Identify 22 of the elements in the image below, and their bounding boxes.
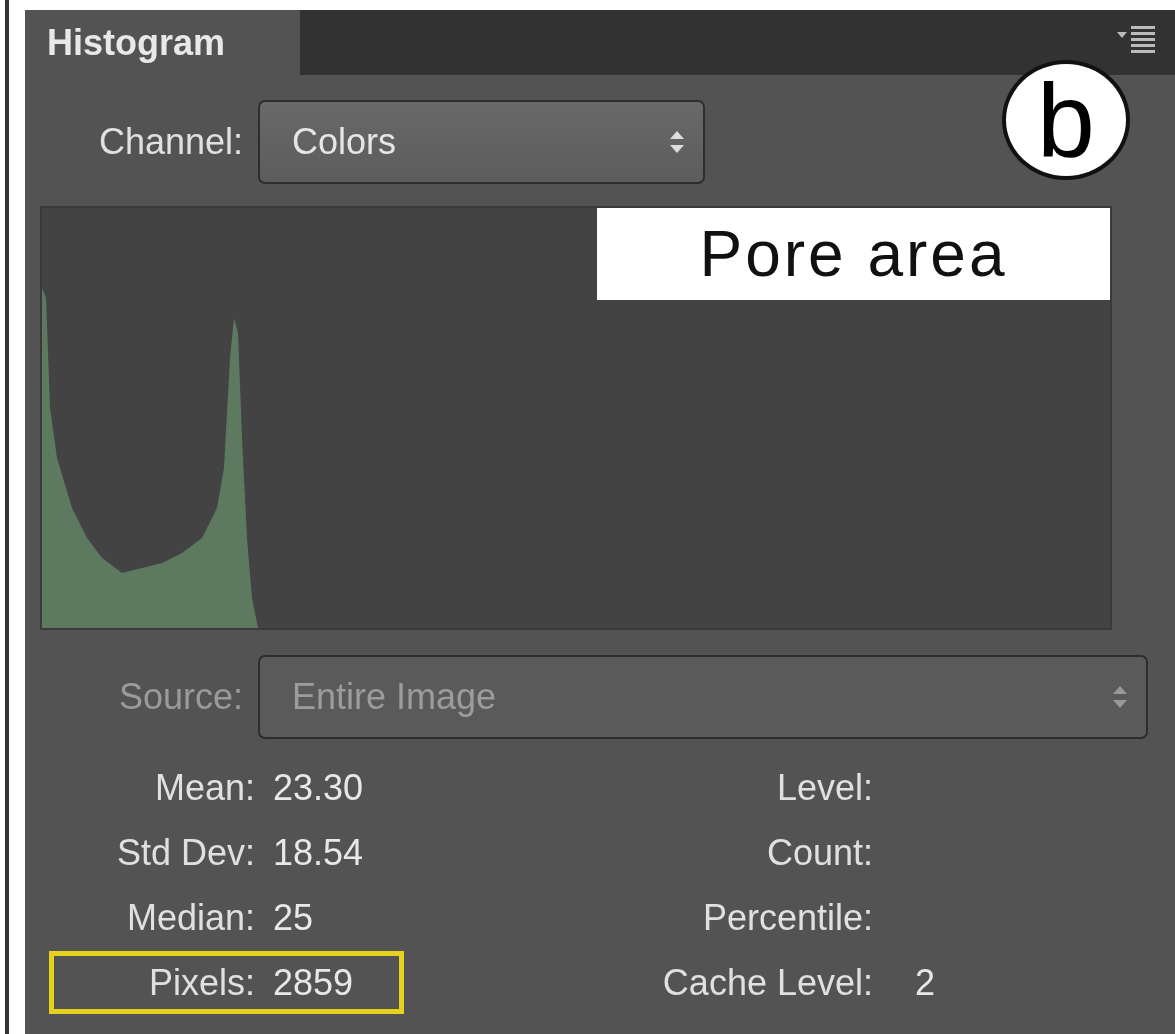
- channel-label: Channel:: [97, 121, 244, 163]
- stat-value: 23.30: [272, 766, 364, 809]
- channel-select[interactable]: Colors: [258, 100, 705, 184]
- annotation-badge: b: [1002, 60, 1130, 180]
- stat-value: 25: [272, 896, 314, 939]
- stat-label: Cache Level:: [661, 961, 873, 1004]
- stat-value: 18.54: [272, 831, 364, 874]
- pore-area-label: Pore area: [597, 208, 1110, 300]
- stat-label: Pixels:: [147, 961, 255, 1004]
- menu-icon[interactable]: [1117, 24, 1157, 54]
- updown-icon: [1112, 684, 1128, 710]
- stat-label: Level:: [775, 766, 873, 809]
- stat-value: 2: [914, 961, 936, 1004]
- updown-icon: [669, 129, 685, 155]
- stat-label: Std Dev:: [115, 831, 255, 874]
- stat-label: Mean:: [153, 766, 255, 809]
- panel-tab[interactable]: Histogram: [25, 10, 300, 75]
- stat-value: 2859: [272, 961, 354, 1004]
- stat-label: Count:: [765, 831, 873, 874]
- source-label: Source:: [117, 676, 244, 718]
- stat-label: Median:: [125, 896, 255, 939]
- stat-label: Percentile:: [701, 896, 873, 939]
